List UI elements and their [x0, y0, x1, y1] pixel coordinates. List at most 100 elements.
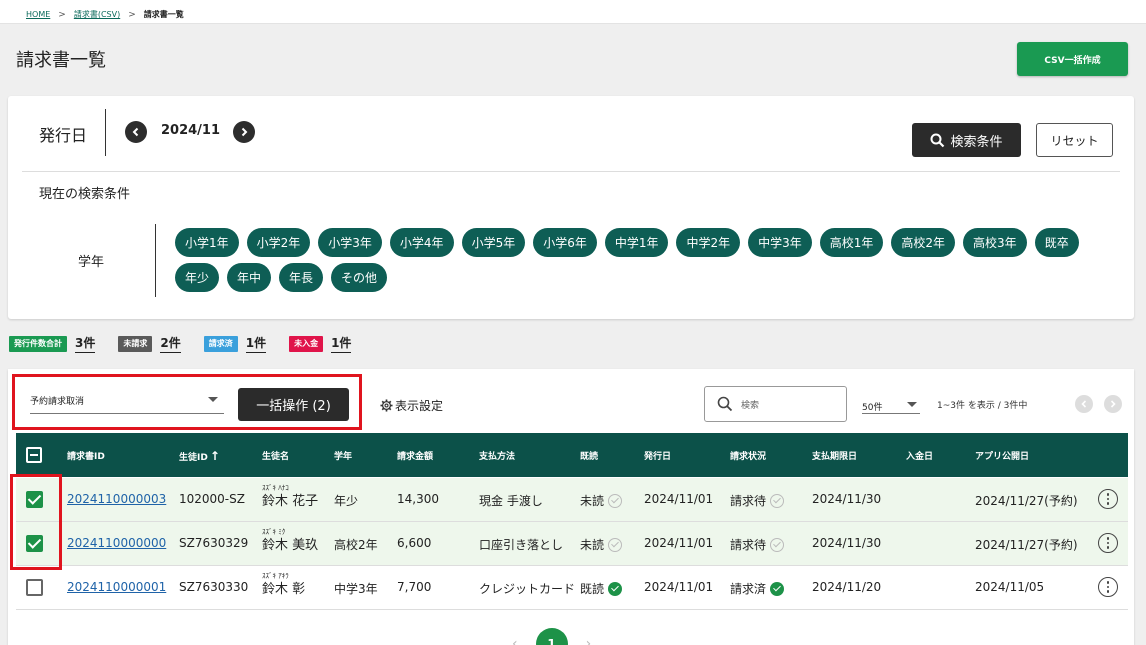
chevron-left-icon	[1081, 400, 1087, 408]
grade-chip[interactable]: 小学6年	[533, 228, 597, 257]
amount-cell: 14,300	[397, 492, 439, 506]
header-grade[interactable]: 学年	[334, 449, 352, 462]
status-badge: 発行件数合計	[9, 335, 67, 352]
header-student-name[interactable]: 生徒名	[262, 449, 289, 462]
billing-status-cell-text: 請求待	[730, 538, 767, 552]
breadcrumb-invoice-csv-link[interactable]: 請求書(CSV)	[74, 9, 120, 20]
check-circle-icon	[770, 493, 785, 508]
grade-chip[interactable]: その他	[331, 263, 388, 292]
status-badge: 請求済	[203, 335, 238, 352]
stats-bar: 発行件数合計 3件 未請求 2件 請求済 1件 未入金 1件	[9, 334, 374, 353]
more-vertical-icon[interactable]	[1098, 533, 1118, 553]
csv-bulk-create-button[interactable]: CSV一括作成	[1017, 42, 1128, 76]
divider	[22, 171, 1120, 172]
status-badge: 未請求	[118, 335, 153, 352]
row-checkbox[interactable]	[26, 535, 43, 552]
grade-chip[interactable]: 高校3年	[963, 228, 1027, 257]
grade-chip[interactable]: 年中	[227, 263, 272, 292]
select-all-checkbox[interactable]	[26, 447, 42, 463]
app-publish-date-cell: 2024/11/27(予約)	[975, 494, 1078, 508]
breadcrumb-current: 請求書一覧	[143, 10, 184, 19]
header-invoice-id[interactable]: 請求書ID	[67, 449, 105, 462]
grade-chip[interactable]: 小学1年	[175, 228, 239, 257]
status-count[interactable]: 1件	[331, 334, 352, 353]
check-circle-icon	[608, 581, 623, 596]
grade-chip[interactable]: 中学1年	[604, 228, 669, 257]
search-placeholder: 検索	[741, 401, 760, 411]
grade-chip[interactable]: 小学4年	[389, 228, 454, 257]
status-count[interactable]: 3件	[75, 334, 96, 353]
issue-date-value: 2024/11	[161, 123, 221, 138]
status-count[interactable]: 2件	[160, 334, 181, 353]
search-icon	[717, 396, 733, 412]
pagination-next[interactable]: ›	[586, 636, 592, 645]
display-settings-button[interactable]: 表示設定	[380, 397, 443, 414]
header-due-date[interactable]: 支払期限日	[812, 449, 857, 462]
prev-month-button[interactable]	[125, 121, 147, 143]
breadcrumb-home-link[interactable]: HOME	[26, 10, 50, 19]
breadcrumb-separator: >	[58, 9, 66, 20]
search-conditions-label: 検索条件	[950, 134, 1003, 150]
student-id-cell: 102000-SZ	[179, 492, 245, 506]
issue-date-cell: 2024/11/01	[644, 492, 714, 506]
prev-page-arrow[interactable]	[1075, 395, 1093, 413]
divider	[155, 224, 156, 297]
student-id-cell: SZ7630329	[179, 536, 249, 550]
grade-chip[interactable]: 年少	[175, 263, 220, 292]
header-billing-status[interactable]: 請求状況	[730, 449, 766, 462]
reset-button[interactable]: リセット	[1036, 123, 1113, 157]
pagination-prev[interactable]: ‹	[512, 636, 518, 645]
grade-chip[interactable]: 中学2年	[676, 228, 741, 257]
grade-chip[interactable]: 中学3年	[748, 228, 812, 257]
student-name-cell: ｽｽﾞｷ ﾐｸ 鈴木 美玖	[262, 528, 318, 554]
header-app-publish-date[interactable]: アプリ公開日	[975, 449, 1029, 462]
divider	[105, 109, 106, 156]
grade-chip[interactable]: 年長	[279, 263, 324, 292]
grade-chip[interactable]: 小学3年	[318, 228, 382, 257]
invoice-id-link[interactable]: 2024110000000	[67, 536, 166, 550]
bulk-action-select[interactable]: 予約請求取消	[30, 388, 224, 414]
grade-chip-list: 小学1年 小学2年 小学3年 小学4年 小学5年 小学6年 中学1年 中学2年 中学3年 高校1年…	[175, 228, 1115, 292]
next-page-arrow[interactable]	[1104, 395, 1122, 413]
grade-chip[interactable]: 既卒	[1034, 228, 1079, 257]
table-row[interactable]: 2024110000003 102000-SZ 年少 14,300 現金 手渡し 2024…	[16, 478, 1128, 522]
header-student-id[interactable]: 生徒ID ↑	[179, 449, 220, 463]
header-amount[interactable]: 請求金額	[397, 449, 433, 462]
per-page-select[interactable]: 50件	[862, 392, 920, 414]
grade-chip[interactable]: 高校1年	[819, 228, 884, 257]
search-input[interactable]: 検索	[704, 386, 847, 422]
header-paid-date[interactable]: 入金日	[906, 449, 933, 462]
row-checkbox[interactable]	[26, 579, 43, 596]
grade-chip[interactable]: 高校2年	[891, 228, 956, 257]
invoice-id-link[interactable]: 2024110000001	[67, 580, 166, 594]
breadcrumb-separator: >	[128, 9, 136, 20]
pagination-page-1[interactable]: 1	[535, 628, 568, 645]
header-read[interactable]: 既読	[580, 449, 598, 462]
top-bar: HOME > 請求書(CSV) > 請求書一覧	[0, 0, 1146, 24]
search-conditions-button[interactable]: 検索条件	[912, 123, 1021, 157]
header-issue-date[interactable]: 発行日	[644, 449, 671, 462]
student-name: 鈴木 美玖	[262, 538, 319, 553]
table-row[interactable]: 2024110000000 SZ7630329 高校2年 6,600 口座引き落とし 20…	[16, 522, 1128, 566]
chevron-left-icon	[132, 127, 139, 137]
payment-method-cell: クレジットカード	[479, 582, 576, 596]
header-payment-method[interactable]: 支払方法	[479, 449, 515, 462]
bulk-operation-button[interactable]: 一括操作 (2)	[238, 388, 349, 421]
next-month-button[interactable]	[233, 121, 255, 143]
read-status-cell: 既読	[580, 580, 623, 597]
grade-chip[interactable]: 小学5年	[461, 228, 526, 257]
amount-cell: 7,700	[397, 580, 432, 594]
status-count[interactable]: 1件	[245, 334, 267, 353]
more-vertical-icon[interactable]	[1098, 577, 1118, 597]
invoice-id-link[interactable]: 2024110000003	[67, 492, 166, 506]
check-circle-icon	[770, 537, 785, 552]
billing-status-cell-text: 請求待	[730, 494, 767, 508]
billing-status-cell-text: 請求済	[730, 582, 767, 596]
row-checkbox[interactable]	[26, 491, 43, 508]
issue-date-cell: 2024/11/01	[644, 536, 714, 550]
chevron-down-icon	[208, 397, 218, 402]
grade-chip[interactable]: 小学2年	[246, 228, 311, 257]
table-row[interactable]: 2024110000001 SZ7630330 中学3年 7,700 クレジットカード 2…	[16, 566, 1128, 610]
student-name-kana: ｽｽﾞｷ ﾐｸ	[262, 528, 286, 536]
more-vertical-icon[interactable]	[1098, 489, 1118, 509]
